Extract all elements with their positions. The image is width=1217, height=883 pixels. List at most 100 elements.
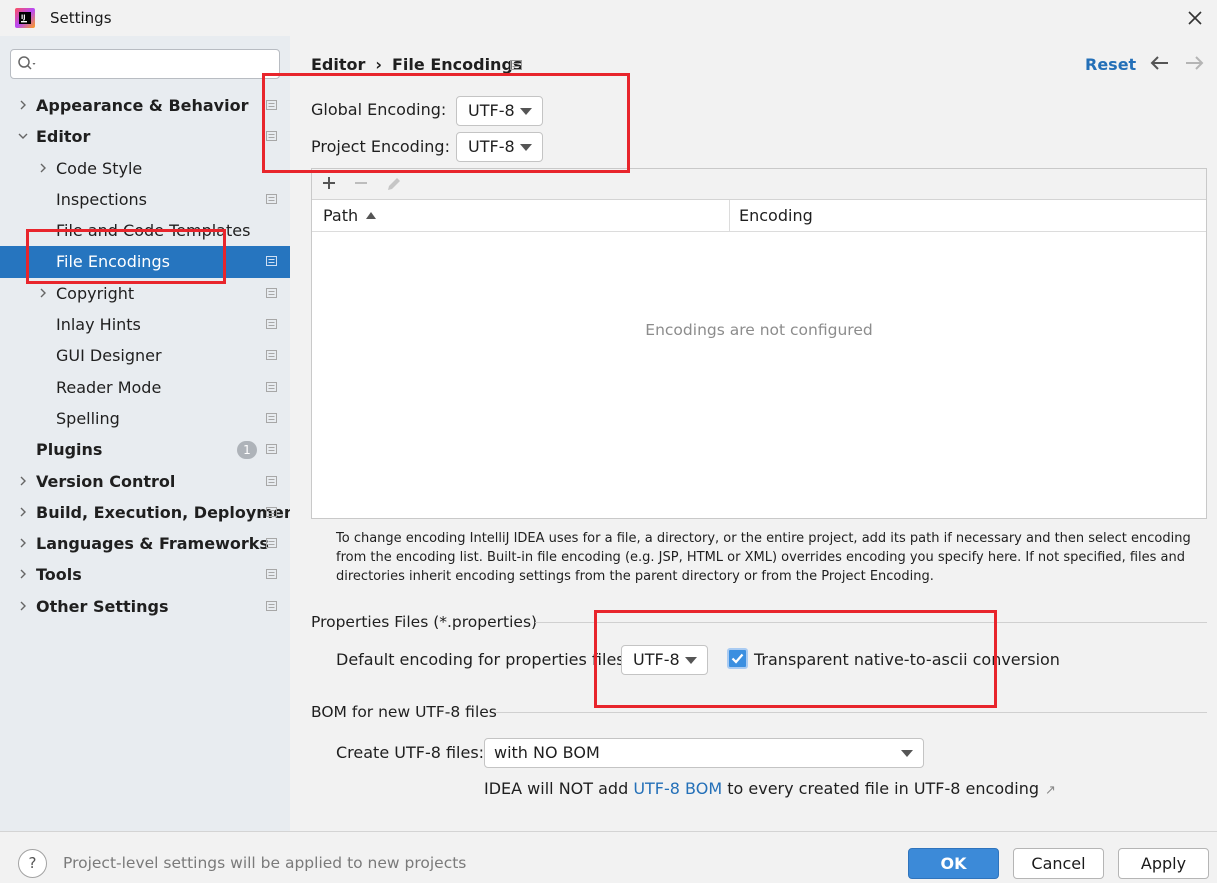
- project-level-page-icon: [266, 412, 277, 423]
- bom-create-dropdown[interactable]: with NO BOM: [484, 738, 924, 768]
- search-input[interactable]: [10, 49, 280, 79]
- column-header-encoding[interactable]: Encoding: [730, 200, 1206, 232]
- encoding-help-text: To change encoding IntelliJ IDEA uses fo…: [336, 531, 1191, 584]
- project-level-page-icon: [266, 131, 277, 142]
- utf8-bom-link[interactable]: UTF-8 BOM: [633, 779, 722, 798]
- sidebar-item[interactable]: File Encodings: [0, 246, 290, 278]
- apply-button[interactable]: Apply: [1118, 848, 1209, 879]
- chevron-right-icon[interactable]: [38, 163, 48, 173]
- sidebar-item-label: Languages & Frameworks: [36, 534, 269, 554]
- transparent-conversion-label[interactable]: Transparent native-to-ascii conversion: [754, 650, 1060, 669]
- project-encoding-value: UTF-8: [468, 137, 515, 156]
- forward-arrow-icon[interactable]: [1184, 54, 1204, 72]
- breadcrumb-file-encodings: File Encodings: [392, 55, 523, 74]
- empty-table-message: Encodings are not configured: [645, 321, 873, 339]
- add-icon[interactable]: [321, 175, 337, 191]
- footer-note: Project-level settings will be applied t…: [63, 854, 467, 872]
- ok-button[interactable]: OK: [908, 848, 999, 879]
- reset-link[interactable]: Reset: [1085, 55, 1136, 74]
- table-header: Path Encoding: [312, 200, 1206, 232]
- plugins-update-badge: 1: [237, 441, 257, 460]
- back-arrow-icon[interactable]: [1150, 54, 1170, 72]
- chevron-right-icon[interactable]: [38, 288, 48, 298]
- properties-section-title: Properties Files (*.properties): [311, 613, 538, 631]
- sidebar-item[interactable]: Editor: [0, 121, 290, 152]
- project-encoding-dropdown[interactable]: UTF-8: [456, 132, 543, 162]
- sidebar-item[interactable]: Reader Mode: [0, 372, 290, 403]
- sidebar-item-label: Other Settings: [36, 596, 169, 616]
- sidebar-item-label: Spelling: [56, 408, 120, 428]
- external-link-icon[interactable]: ↗: [1045, 783, 1056, 798]
- sidebar-item-label: GUI Designer: [56, 346, 162, 366]
- chevron-right-icon[interactable]: [18, 507, 28, 517]
- breadcrumb-separator: ›: [375, 55, 382, 74]
- sidebar-item[interactable]: Languages & Frameworks: [0, 528, 290, 559]
- bom-section-title: BOM for new UTF-8 files: [311, 703, 497, 721]
- sidebar-item[interactable]: Tools: [0, 559, 290, 590]
- sidebar-item[interactable]: Spelling: [0, 403, 290, 434]
- table-toolbar: [312, 169, 1206, 200]
- bom-note-text-after: to every created file in UTF-8 encoding: [722, 779, 1040, 798]
- project-level-page-icon: [266, 256, 277, 267]
- project-level-page-icon: [266, 600, 277, 611]
- sidebar-item[interactable]: GUI Designer: [0, 340, 290, 371]
- chevron-down-icon: [901, 750, 913, 757]
- sidebar-item-label: Plugins: [36, 440, 103, 460]
- sidebar-item[interactable]: Plugins 1: [0, 434, 290, 465]
- help-button[interactable]: ?: [18, 849, 47, 878]
- file-encodings-panel: Editor › File Encodings Reset Global Encod…: [290, 36, 1217, 831]
- sidebar-item[interactable]: Other Settings: [0, 591, 290, 622]
- remove-icon: [355, 182, 367, 184]
- sidebar-item[interactable]: Inspections: [0, 184, 290, 215]
- chevron-down-icon: [520, 144, 532, 151]
- sidebar-item[interactable]: Build, Execution, Deployment: [0, 497, 303, 528]
- chevron-right-icon[interactable]: [18, 601, 28, 611]
- sidebar-item-label: Tools: [36, 565, 82, 585]
- chevron-down-icon[interactable]: [18, 131, 28, 141]
- chevron-right-icon[interactable]: [18, 569, 28, 579]
- close-icon[interactable]: [1185, 8, 1205, 28]
- sidebar-item-label: File and Code Templates: [56, 221, 251, 241]
- project-level-page-icon: [266, 444, 277, 455]
- sidebar-item[interactable]: Code Style: [0, 153, 290, 184]
- chevron-right-icon[interactable]: [18, 476, 28, 486]
- project-level-page-icon: [266, 319, 277, 330]
- breadcrumb-editor[interactable]: Editor: [311, 55, 365, 74]
- chevron-right-icon[interactable]: [18, 100, 28, 110]
- sort-ascending-icon: [366, 212, 377, 219]
- cancel-button[interactable]: Cancel: [1013, 848, 1104, 879]
- sidebar-item-label: Reader Mode: [56, 377, 162, 397]
- create-utf8-label: Create UTF-8 files:: [336, 743, 485, 762]
- project-level-page-icon: [266, 287, 277, 298]
- properties-encoding-value: UTF-8: [633, 650, 680, 669]
- project-level-page-icon: [510, 60, 522, 70]
- section-divider: [495, 712, 1207, 713]
- sidebar-item[interactable]: File and Code Templates: [0, 215, 290, 246]
- sidebar-item[interactable]: Inlay Hints: [0, 309, 290, 340]
- project-level-page-icon: [266, 381, 277, 392]
- title-bar: IJ Settings: [0, 0, 1217, 36]
- bom-note: IDEA will NOT add UTF-8 BOM to every cre…: [484, 779, 1056, 798]
- global-encoding-dropdown[interactable]: UTF-8: [456, 96, 543, 126]
- transparent-conversion-checkbox[interactable]: [727, 648, 748, 669]
- sidebar-item-label: Inlay Hints: [56, 315, 141, 335]
- project-level-page-icon: [266, 538, 277, 549]
- sidebar-item[interactable]: Appearance & Behavior: [0, 90, 290, 121]
- sidebar-item[interactable]: Version Control: [0, 466, 290, 497]
- project-level-page-icon: [266, 100, 277, 110]
- sidebar-item-label: Code Style: [56, 158, 143, 178]
- breadcrumb: Editor › File Encodings: [311, 55, 522, 74]
- path-encoding-table: Path Encoding Encodings are not configur…: [311, 168, 1207, 519]
- project-encoding-label: Project Encoding:: [311, 137, 450, 156]
- project-level-page-icon: [266, 506, 277, 517]
- column-header-path[interactable]: Path: [312, 200, 730, 232]
- properties-encoding-dropdown[interactable]: UTF-8: [621, 645, 708, 675]
- column-header-path-label: Path: [323, 206, 359, 225]
- search-icon: [18, 56, 36, 70]
- sidebar-item-label: Copyright: [56, 283, 135, 303]
- bom-note-text: IDEA will NOT add: [484, 779, 634, 798]
- sidebar-item[interactable]: Copyright: [0, 278, 290, 309]
- sidebar-item-label: Editor: [36, 127, 91, 147]
- chevron-right-icon[interactable]: [18, 538, 28, 548]
- properties-default-encoding-label: Default encoding for properties files:: [336, 650, 631, 669]
